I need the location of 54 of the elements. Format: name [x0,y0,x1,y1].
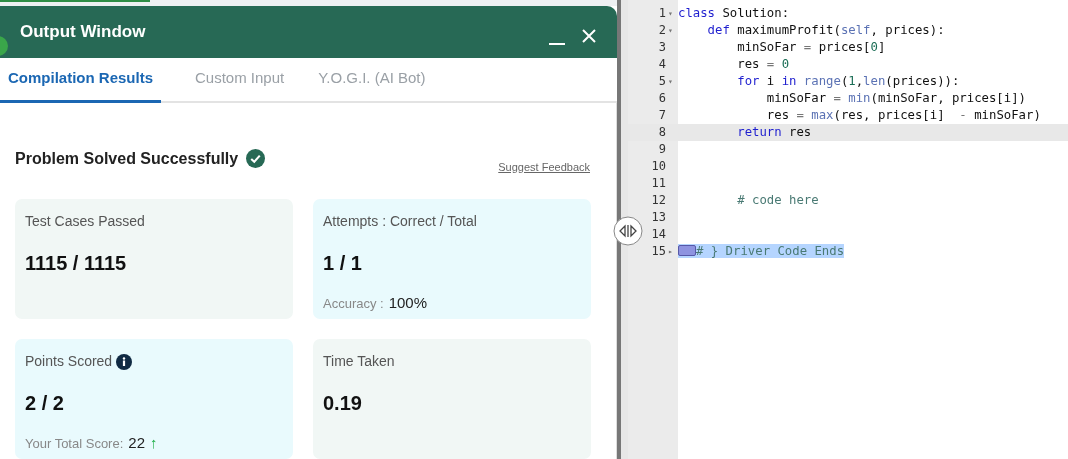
tab[interactable]: Custom Input [195,57,285,103]
line-number: 10 [651,158,666,175]
code-line: # } Driver Code Ends [696,244,845,258]
stat-footer-label: Accuracy : [323,294,384,313]
stat-label: Attempts : Correct / Total [323,212,477,231]
close-icon [581,27,597,44]
fold-arrow-icon[interactable]: ▾ [668,26,673,35]
line-number: 4 [658,56,666,73]
stat-label: Points Scored [25,352,113,371]
resize-handle-icon[interactable] [613,216,643,246]
line-number: 12 [651,192,666,209]
code-line: res = max(res, prices[i] - minSoFar) [765,108,1041,122]
code-line: res = 0 [736,57,790,71]
line-number: 1 [658,5,666,22]
stat-value: 1 / 1 [323,251,363,276]
line-number: 3 [658,39,666,56]
minimize-icon [549,42,565,45]
line-number: 14 [651,226,666,243]
line-number: 6 [658,90,666,107]
splitter-bar[interactable] [617,0,628,459]
result-heading: Problem Solved Successfully [15,148,239,169]
line-number: 8 [658,124,666,141]
stat-value: 0.19 [323,391,363,416]
fold-arrow-icon[interactable]: ▸ [668,247,673,256]
fold-arrow-icon[interactable]: ▾ [668,77,673,86]
line-number: 15 [651,243,666,260]
line-number: 11 [651,175,666,192]
code-line: class Solution: [678,6,790,20]
fold-arrow-icon[interactable]: ▾ [668,9,673,18]
line-number: 9 [658,141,666,158]
line-number: 13 [651,209,666,226]
tab[interactable]: Compilation Results [0,57,161,103]
stat-value: 2 / 2 [25,391,65,416]
code-line: def maximumProfit(self, prices): [706,23,945,37]
up-arrow-icon: ↑ [150,432,158,455]
tab[interactable]: Y.O.G.I. (AI Bot) [318,57,426,103]
stat-footer-value: 100% [388,293,428,313]
code-line: minSoFar = min(minSoFar, prices[i]) [765,91,1026,105]
stat-label: Test Cases Passed [25,212,145,231]
stat-footer-label: Your Total Score: [25,434,124,453]
info-icon[interactable] [116,353,133,370]
line-number: 2 [658,22,666,39]
stat-value: 1115 / 1115 [25,251,128,276]
window-title: Output Window [20,21,146,44]
feedback-link[interactable]: Suggest Feedback [498,158,590,175]
code-line: return res [736,125,812,139]
stat-label: Time Taken [323,352,395,371]
code-line: # code here [736,193,819,207]
line-number: 7 [658,107,666,124]
line-number: 5 [658,73,666,90]
close-button[interactable] [581,27,597,44]
stat-footer-value: 22 [128,433,145,453]
code-line: for i in range(1,len(prices)): [736,74,960,88]
code-line: minSoFar = prices[0] [736,40,886,54]
